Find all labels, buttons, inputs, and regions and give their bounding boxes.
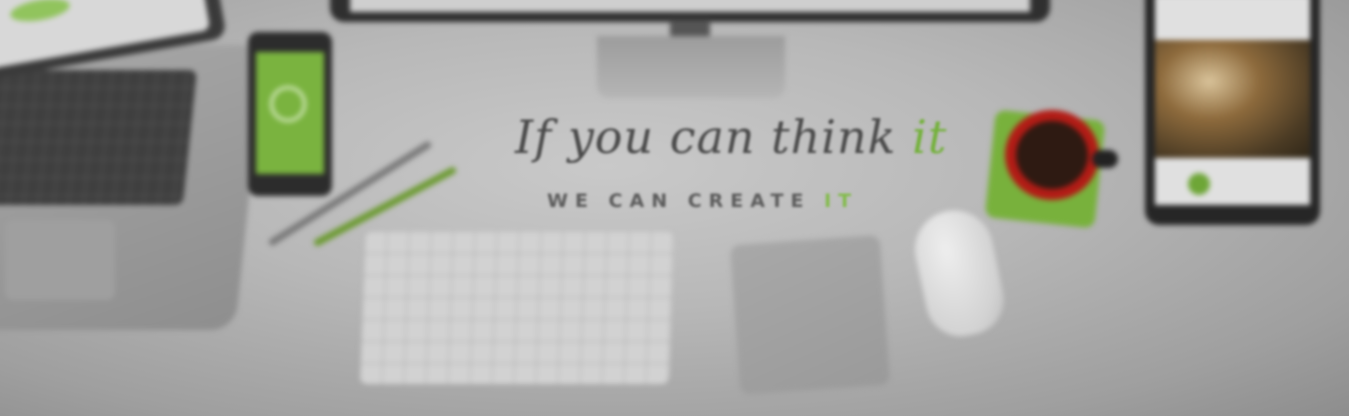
- smartphone-logo-icon: [270, 86, 306, 122]
- headline-script-text: If you can think: [515, 110, 897, 164]
- headline-caps-accent: IT: [824, 190, 859, 212]
- laptop-keyboard: [0, 70, 198, 205]
- tablet-photo: [1155, 40, 1310, 158]
- headline-script: If you can think it: [515, 110, 947, 164]
- desktop-monitor-stand: [597, 36, 785, 98]
- magic-trackpad: [729, 234, 891, 396]
- laptop-trackpad: [5, 220, 115, 300]
- headline-script-accent: it: [912, 110, 948, 164]
- headline-subtitle: WE CAN CREATE IT: [547, 190, 858, 212]
- coffee-cup-handle: [1092, 150, 1118, 168]
- headline-caps-text: WE CAN CREATE: [547, 190, 811, 212]
- hero-banner: If you can think it WE CAN CREATE IT: [0, 0, 1349, 416]
- coffee: [1016, 121, 1088, 189]
- tablet-button-icon: [1188, 173, 1210, 195]
- wireless-keyboard: [359, 232, 675, 384]
- desktop-monitor-screen: [350, 0, 1030, 12]
- mouse: [907, 203, 1011, 343]
